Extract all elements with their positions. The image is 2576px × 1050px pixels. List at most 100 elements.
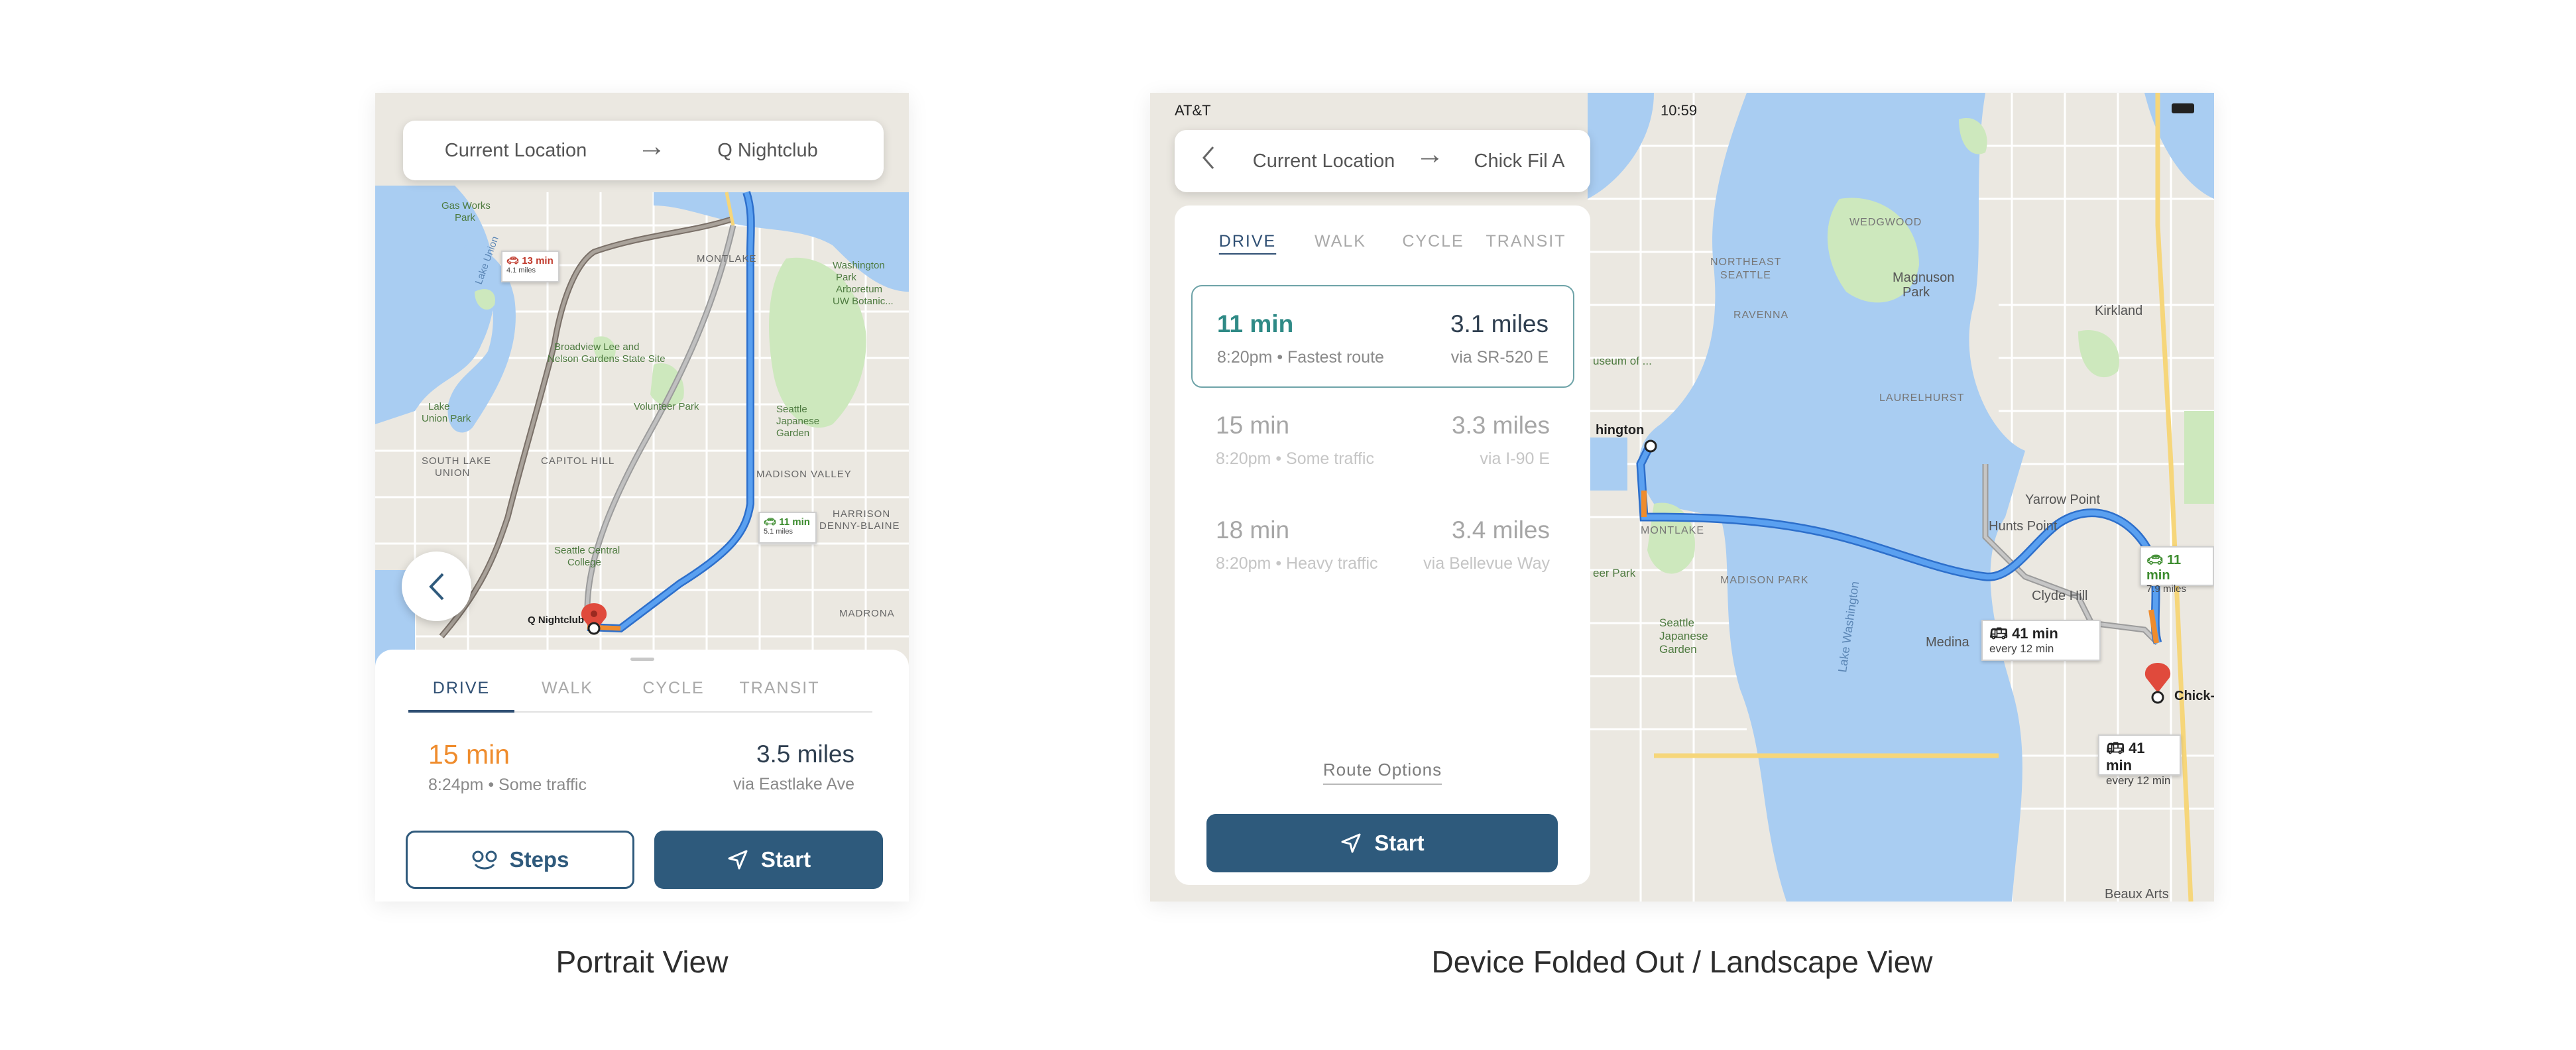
portrait-phone-frame: Gas Works Park Washington Park Arboretum UW… [375, 93, 909, 902]
tab-drive[interactable]: DRIVE [408, 676, 514, 713]
svg-text:UNION: UNION [435, 467, 470, 479]
svg-text:Gas Works: Gas Works [441, 200, 491, 211]
car-icon: 🚗︎ [2146, 553, 2164, 567]
route-subtitle: 8:20pm • Some traffic [1216, 449, 1374, 468]
svg-text:CAPITOL HILL: CAPITOL HILL [541, 455, 615, 467]
origin-field[interactable]: Current Location [403, 140, 628, 162]
callout-frequency: every 12 min [1989, 642, 2054, 655]
route-subtitle: 8:20pm • Heavy traffic [1216, 554, 1378, 573]
origin-field[interactable]: Current Location [1238, 150, 1410, 172]
svg-text:SOUTH LAKE: SOUTH LAKE [422, 455, 491, 467]
svg-text:Japanese: Japanese [1659, 630, 1708, 642]
svg-text:College: College [567, 557, 601, 568]
car-icon: 🚗︎ [506, 255, 520, 266]
svg-text:useum of ...: useum of ... [1593, 355, 1652, 367]
sheet-handle[interactable] [630, 658, 654, 661]
svg-text:hington: hington [1596, 423, 1644, 438]
route-via: via Bellevue Way [1423, 554, 1550, 573]
svg-text:Seattle Central: Seattle Central [554, 545, 620, 556]
svg-text:Magnuson: Magnuson [1893, 270, 1954, 285]
route-via: via Eastlake Ave [733, 775, 854, 793]
svg-text:Chick-: Chick- [2174, 689, 2214, 703]
route-header[interactable]: Current Location → Q Nightclub [403, 121, 884, 180]
route-subtitle: 8:24pm • Some traffic [428, 776, 587, 794]
map-callout-drive[interactable]: 🚗︎ 11 min 7.9 miles [2140, 546, 2214, 595]
start-label: Start [760, 847, 811, 872]
route-option[interactable]: 18 min 8:20pm • Heavy traffic 3.4 miles … [1191, 493, 1574, 595]
tab-cycle[interactable]: CYCLE [620, 676, 727, 711]
start-label: Start [1374, 831, 1425, 855]
svg-text:Japanese: Japanese [776, 416, 819, 427]
tab-drive[interactable]: DRIVE [1201, 232, 1294, 265]
caption-portrait: Portrait View [556, 945, 729, 979]
svg-text:Volunteer Park: Volunteer Park [634, 401, 699, 412]
navigation-arrow-icon [727, 848, 749, 871]
svg-text:Arboretum: Arboretum [836, 284, 882, 295]
svg-text:Kirkland: Kirkland [2095, 304, 2142, 318]
svg-text:Medina: Medina [1926, 635, 1969, 650]
callout-time: 13 min [522, 255, 554, 266]
svg-text:Garden: Garden [776, 428, 809, 439]
back-button[interactable] [1201, 145, 1216, 176]
start-button[interactable]: Start [654, 831, 883, 889]
map-callout-transit-2[interactable]: 🚌︎ 41 min every 12 min [2098, 734, 2181, 787]
steps-button[interactable]: Steps [406, 831, 634, 889]
route-distance: 3.4 miles [1451, 516, 1550, 544]
svg-text:UW Botanic...: UW Botanic... [833, 296, 894, 307]
chevron-left-icon [1202, 146, 1214, 169]
arrow-right-icon: → [637, 130, 666, 162]
callout-distance: 7.9 miles [2146, 583, 2187, 595]
navigation-arrow-icon [1340, 832, 1362, 854]
caption-landscape: Device Folded Out / Landscape View [1431, 945, 1933, 979]
landscape-device-frame: Kirkland Hunts Point Yarrow Point Clyde … [1150, 93, 2214, 902]
travel-mode-tabs: DRIVE WALK CYCLE TRANSIT [408, 676, 872, 713]
svg-text:Park: Park [836, 272, 856, 283]
steps-label: Steps [509, 847, 569, 872]
svg-text:MADRONA: MADRONA [839, 608, 895, 619]
route-options-label: Route Options [1322, 760, 1442, 785]
route-time: 15 min [1216, 412, 1290, 439]
map-callout-route-2[interactable]: 🚗︎ 13 min 4.1 miles [501, 251, 559, 282]
svg-text:Yarrow Point: Yarrow Point [2025, 493, 2100, 507]
map-callout-route-3[interactable]: 🚗︎ 11 min 5.1 miles [758, 512, 817, 544]
arrow-right-icon: → [1415, 138, 1444, 170]
tab-transit[interactable]: TRANSIT [727, 676, 833, 711]
destination-field[interactable]: Chick Fil A [1453, 150, 1586, 172]
route-option-selected[interactable]: 11 min 8:20pm • Fastest route 3.1 miles … [1191, 285, 1574, 388]
svg-text:DENNY-BLAINE: DENNY-BLAINE [819, 520, 900, 532]
svg-text:LAURELHURST: LAURELHURST [1879, 392, 1964, 404]
route-option[interactable]: 15 min 8:20pm • Some traffic 3.3 miles v… [1191, 388, 1574, 491]
start-button[interactable]: Start [1206, 814, 1558, 872]
route-options-link[interactable]: Route Options [1175, 760, 1590, 785]
bus-icon: 🚌︎ [1989, 625, 2008, 642]
svg-text:SEATTLE: SEATTLE [1720, 270, 1771, 281]
callout-time: 41 min [2012, 625, 2058, 642]
svg-text:Nelson Gardens State Site: Nelson Gardens State Site [548, 353, 666, 365]
svg-text:MADISON VALLEY: MADISON VALLEY [756, 469, 852, 480]
chevron-left-icon [428, 573, 443, 600]
route-via: via I-90 E [1480, 449, 1550, 468]
svg-text:Broadview Lee and: Broadview Lee and [554, 341, 639, 353]
tab-transit[interactable]: TRANSIT [1480, 232, 1572, 265]
callout-distance: 4.1 miles [506, 266, 536, 274]
svg-text:MADISON PARK: MADISON PARK [1720, 575, 1809, 586]
svg-text:MONTLAKE: MONTLAKE [697, 253, 757, 264]
tab-walk[interactable]: WALK [514, 676, 620, 711]
car-icon: 🚗︎ [764, 516, 777, 528]
routes-panel: DRIVE WALK CYCLE TRANSIT 11 min 8:20pm •… [1175, 205, 1590, 885]
svg-text:Garden: Garden [1659, 643, 1697, 656]
carrier-label: AT&T [1175, 102, 1211, 119]
tab-cycle[interactable]: CYCLE [1387, 232, 1480, 265]
callout-time: 11 min [779, 516, 810, 528]
svg-text:RAVENNA: RAVENNA [1733, 310, 1788, 321]
callout-distance: 5.1 miles [764, 528, 793, 536]
route-header[interactable]: Current Location → Chick Fil A [1175, 130, 1590, 192]
map-callout-transit-1[interactable]: 🚌︎ 41 min every 12 min [1981, 620, 2101, 661]
travel-mode-tabs: DRIVE WALK CYCLE TRANSIT [1201, 232, 1572, 265]
back-button[interactable] [402, 552, 471, 621]
route-subtitle: 8:20pm • Fastest route [1217, 348, 1384, 367]
tab-walk[interactable]: WALK [1294, 232, 1387, 265]
route-distance: 3.3 miles [1451, 412, 1550, 439]
svg-text:Park: Park [455, 212, 475, 223]
destination-field[interactable]: Q Nightclub [668, 140, 867, 162]
